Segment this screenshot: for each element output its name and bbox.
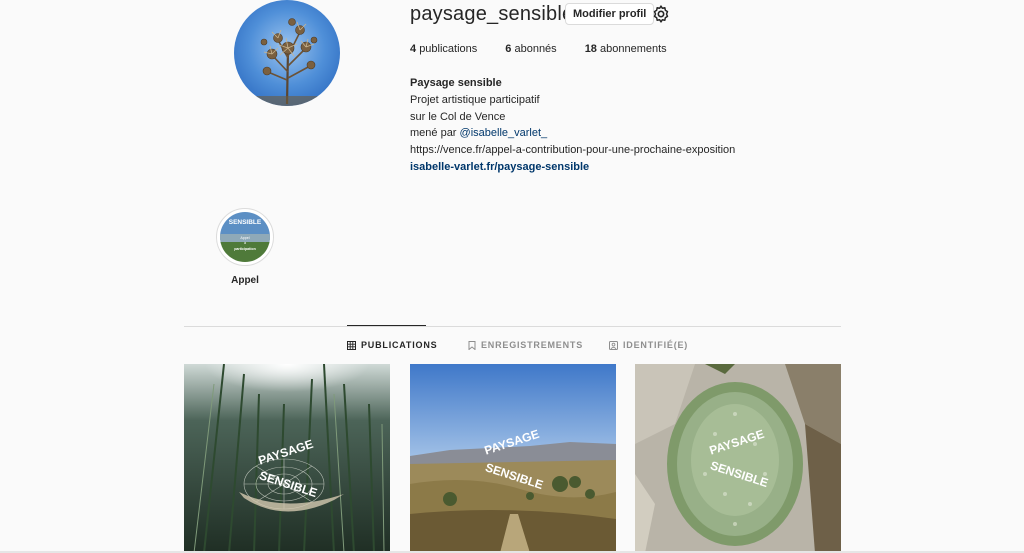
bio-line: mené par @isabelle_varlet_ xyxy=(410,125,735,142)
gear-icon[interactable] xyxy=(651,4,671,24)
followers-count: 6 xyxy=(505,43,512,55)
followers-label: abonnés xyxy=(514,43,557,55)
post-thumbnail[interactable]: PAYSAGE SENSIBLE xyxy=(635,364,841,553)
tab-saved[interactable]: ENREGISTREMENTS xyxy=(468,337,609,353)
stat-publications: 4 publications xyxy=(410,43,477,55)
tab-saved-label: ENREGISTREMENTS xyxy=(481,340,584,350)
profile-page: paysage_sensible Modifier profil 4 publi… xyxy=(0,0,1024,553)
following-label: abonnements xyxy=(600,43,667,55)
bookmark-icon xyxy=(468,340,476,350)
profile-tabs: PUBLICATIONS ENREGISTREMENTS IDENTIFIÉ(E… xyxy=(347,337,688,353)
tab-publications-label: PUBLICATIONS xyxy=(361,340,438,350)
avatar-thistle-image xyxy=(234,0,340,106)
active-tab-indicator xyxy=(347,325,426,326)
profile-bio: Paysage sensible Projet artistique parti… xyxy=(410,75,735,176)
profile-avatar[interactable] xyxy=(234,0,340,106)
tabs-divider xyxy=(184,326,841,327)
following-count: 18 xyxy=(584,43,597,55)
highlight-cover-text-mid: Appel xyxy=(240,236,249,240)
highlight-label: Appel xyxy=(231,275,259,286)
bio-url-text: https://vence.fr/appel-a-contribution-po… xyxy=(410,144,736,157)
posts-label: publications xyxy=(419,43,478,55)
posts-count: 4 xyxy=(410,43,417,55)
highlight-ring: SENSIBLE Appel à participation xyxy=(216,208,274,266)
tagged-icon xyxy=(609,340,618,350)
grid-icon xyxy=(347,340,356,350)
bio-mention-link[interactable]: @isabelle_varlet_ xyxy=(460,127,548,139)
tab-tagged[interactable]: IDENTIFIÉ(E) xyxy=(609,337,688,353)
highlight-cover-text-bottom: participation xyxy=(234,247,256,251)
highlight-cover: SENSIBLE Appel à participation xyxy=(220,212,270,262)
stat-following[interactable]: 18 abonnements xyxy=(585,43,667,55)
post-image: PAYSAGE SENSIBLE xyxy=(410,364,616,553)
post-thumbnail[interactable]: PAYSAGE SENSIBLE xyxy=(184,364,390,553)
profile-website-link[interactable]: isabelle-varlet.fr/paysage-sensible xyxy=(410,159,735,176)
highlight-cover-text-top: SENSIBLE xyxy=(229,219,262,226)
profile-username: paysage_sensible xyxy=(410,3,574,25)
story-highlight[interactable]: SENSIBLE Appel à participation Appel xyxy=(215,208,275,286)
edit-profile-button[interactable]: Modifier profil xyxy=(565,3,655,25)
bio-name: Paysage sensible xyxy=(410,77,502,89)
post-image: PAYSAGE SENSIBLE xyxy=(635,364,841,553)
bio-line: sur le Col de Vence xyxy=(410,110,506,123)
bio-line: Projet artistique participatif xyxy=(410,93,540,106)
post-image: PAYSAGE SENSIBLE xyxy=(184,364,390,553)
tab-tagged-label: IDENTIFIÉ(E) xyxy=(623,340,689,350)
bio-line-prefix: mené par xyxy=(410,127,460,140)
highlight-cover-text-mid2: à xyxy=(244,241,246,245)
post-thumbnail[interactable]: PAYSAGE SENSIBLE xyxy=(410,364,616,553)
profile-stats: 4 publications 6 abonnés 18 abonnements xyxy=(410,43,695,55)
tab-publications[interactable]: PUBLICATIONS xyxy=(347,337,468,353)
stat-followers[interactable]: 6 abonnés xyxy=(505,43,556,55)
